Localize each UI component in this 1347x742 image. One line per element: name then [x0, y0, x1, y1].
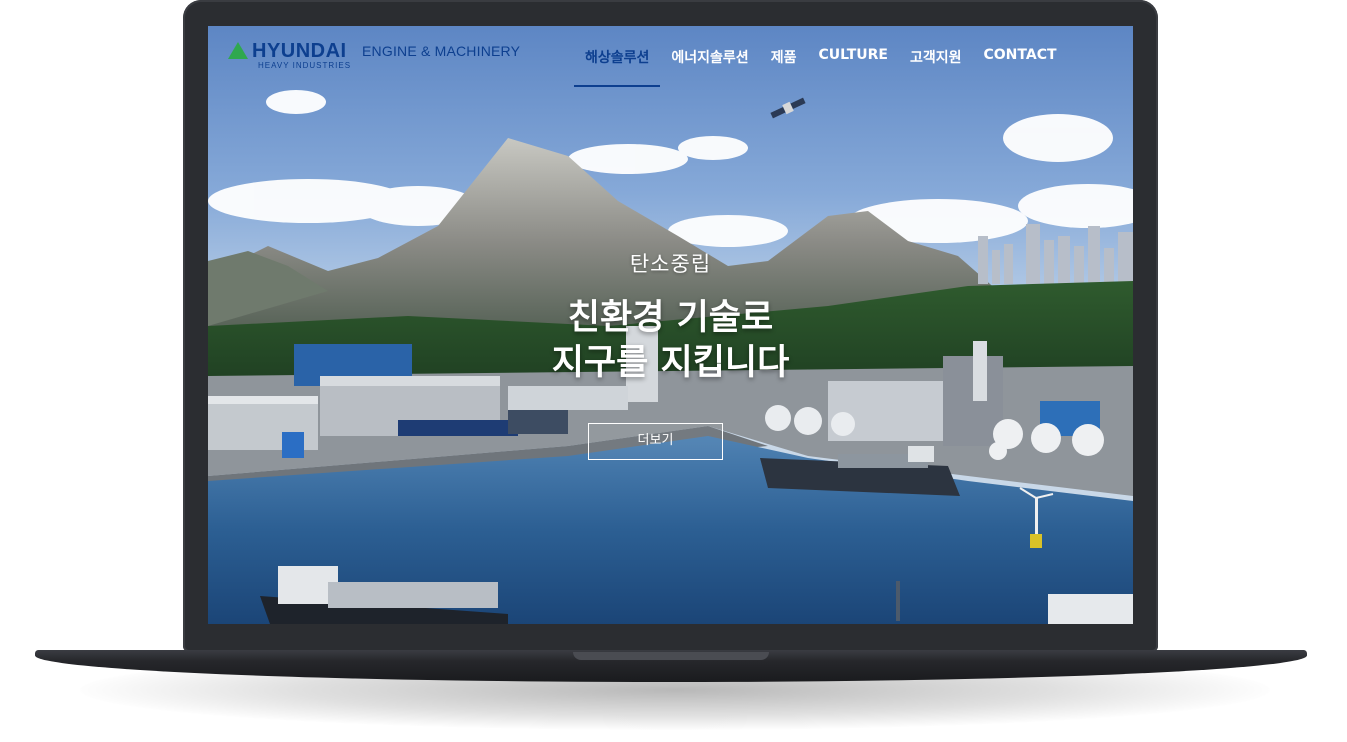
more-button[interactable]: 더보기 — [588, 423, 723, 460]
satellite-icon — [770, 97, 806, 119]
laptop-hinge-notch — [573, 652, 769, 660]
hero-headline: 친환경 기술로 지구를 지킵니다 — [208, 296, 1133, 386]
nav-item-contact[interactable]: CONTACT — [973, 46, 1068, 75]
logo-triangle-icon — [228, 42, 248, 59]
logo-subtext: HEAVY INDUSTRIES — [258, 61, 352, 70]
main-menu: 해상솔루션 에너지솔루션 제품 CULTURE 고객지원 CONTACT — [574, 46, 1068, 87]
nav-item-marine-solutions[interactable]: 해상솔루션 — [574, 46, 661, 87]
nav-item-products[interactable]: 제품 — [760, 46, 808, 75]
logo-wordmark: HYUNDAI — [252, 40, 347, 62]
hero-eyebrow: 탄소중립 — [629, 252, 712, 276]
nav-item-energy-solutions[interactable]: 에너지솔루션 — [660, 46, 759, 75]
top-navigation: HYUNDAI HEAVY INDUSTRIES ENGINE & MACHIN… — [208, 26, 1133, 96]
hero-headline-line-2: 지구를 지킵니다 — [551, 343, 790, 383]
nav-item-customer-support[interactable]: 고객지원 — [899, 46, 973, 75]
hyundai-logo[interactable]: HYUNDAI HEAVY INDUSTRIES — [228, 41, 351, 70]
hero-headline-line-1: 친환경 기술로 — [567, 298, 774, 338]
clouds — [208, 90, 1133, 247]
division-name: ENGINE & MACHINERY — [362, 43, 521, 59]
laptop-screen: HYUNDAI HEAVY INDUSTRIES ENGINE & MACHIN… — [208, 26, 1133, 624]
nav-item-culture[interactable]: CULTURE — [807, 46, 899, 75]
